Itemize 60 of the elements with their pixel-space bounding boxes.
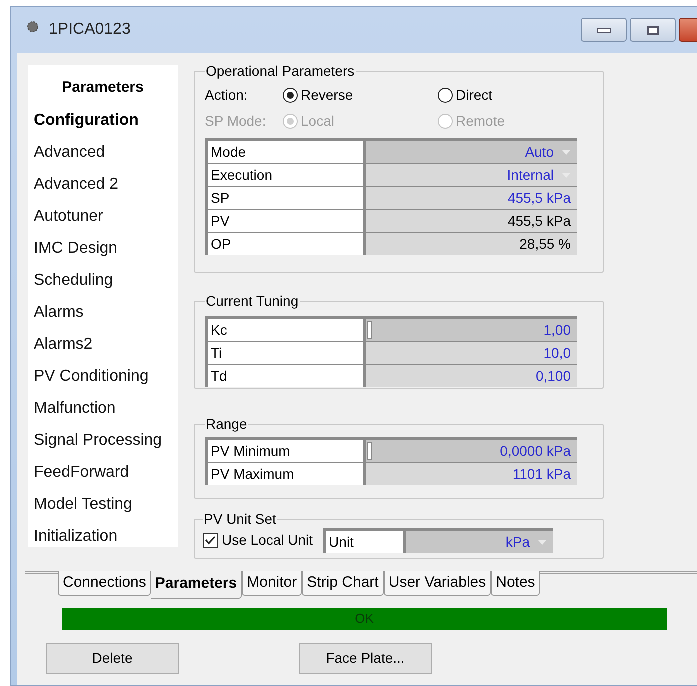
delete-button[interactable]: Delete xyxy=(46,643,179,674)
tab[interactable]: Monitor xyxy=(242,571,302,596)
face-plate-button[interactable]: Face Plate... xyxy=(299,643,432,674)
sidebar-item[interactable]: PV Conditioning xyxy=(28,361,178,393)
radio-option[interactable]: Direct xyxy=(438,84,493,106)
parameter-name: Kc xyxy=(208,319,366,341)
window-title: 1PICA0123 xyxy=(49,20,131,40)
parameter-name: OP xyxy=(208,233,366,255)
group-title: Current Tuning xyxy=(205,292,300,311)
parameter-name: Mode xyxy=(208,141,366,163)
value-field[interactable]: 455,5 kPa xyxy=(366,187,577,209)
sidebar-item[interactable]: Alarms xyxy=(28,297,178,329)
parameter-name: PV xyxy=(208,210,366,232)
radio-option[interactable]: Reverse xyxy=(283,84,438,106)
sidebar-item[interactable]: FeedForward xyxy=(28,457,178,489)
sidebar-item[interactable]: Malfunction xyxy=(28,393,178,425)
sidebar-item[interactable]: IMC Design xyxy=(28,233,178,265)
sidebar-item[interactable]: Alarms2 xyxy=(28,329,178,361)
sidebar-item[interactable]: Advanced xyxy=(28,137,178,169)
tab[interactable]: Strip Chart xyxy=(302,571,384,596)
value-field[interactable]: 28,55 % xyxy=(366,233,577,255)
tab[interactable]: Connections xyxy=(58,571,152,596)
tab[interactable]: Notes xyxy=(491,571,540,596)
group-title: Range xyxy=(205,415,248,434)
tab[interactable]: User Variables xyxy=(384,571,492,596)
caret-icon xyxy=(538,540,548,544)
parameter-name: Ti xyxy=(208,342,366,364)
group-title: PV Unit Set xyxy=(203,510,278,529)
status-bar: OK xyxy=(62,608,667,630)
sidebar-item[interactable]: Autotuner xyxy=(28,201,178,233)
parameter-name: Execution xyxy=(208,164,366,186)
minimize-button[interactable] xyxy=(581,18,627,42)
sidebar-item[interactable]: Initialization xyxy=(28,521,178,553)
sidebar-item[interactable]: Advanced 2 xyxy=(28,169,178,201)
value-field[interactable]: 1,00 xyxy=(366,319,577,341)
value-field[interactable]: 1101 kPa xyxy=(366,463,577,485)
value-field[interactable]: 0,0000 kPa xyxy=(366,440,577,462)
sidebar-item[interactable]: Scheduling xyxy=(28,265,178,297)
maximize-button[interactable] xyxy=(630,18,676,42)
parameter-name: SP xyxy=(208,187,366,209)
sidebar-header: Parameters xyxy=(61,78,145,98)
parameter-name: PV Minimum xyxy=(208,440,366,462)
use-local-unit-checkbox[interactable]: Use Local Unit xyxy=(203,530,314,551)
value-field[interactable]: 10,0 xyxy=(366,342,577,364)
value-dropdown[interactable]: Internal xyxy=(366,164,577,186)
caret-icon xyxy=(562,150,571,154)
checkmark-icon xyxy=(205,536,216,545)
sidebar-item[interactable]: Signal Processing xyxy=(28,425,178,457)
sidebar-item[interactable]: Model Testing xyxy=(28,489,178,521)
tab[interactable]: Parameters xyxy=(151,571,242,599)
value-dropdown[interactable]: kPa xyxy=(406,531,554,553)
gear-icon xyxy=(27,21,39,33)
value-dropdown[interactable]: Auto xyxy=(366,141,577,163)
radio-group-label: Action: xyxy=(205,86,249,104)
value-field[interactable]: 0,100 xyxy=(366,365,577,387)
value-field[interactable]: 455,5 kPa xyxy=(366,210,577,232)
parameter-name: Td xyxy=(208,365,366,387)
parameter-name: PV Maximum xyxy=(208,463,366,485)
radio-group-label: SP Mode: xyxy=(205,112,268,130)
group-title: Operational Parameters xyxy=(205,62,356,81)
